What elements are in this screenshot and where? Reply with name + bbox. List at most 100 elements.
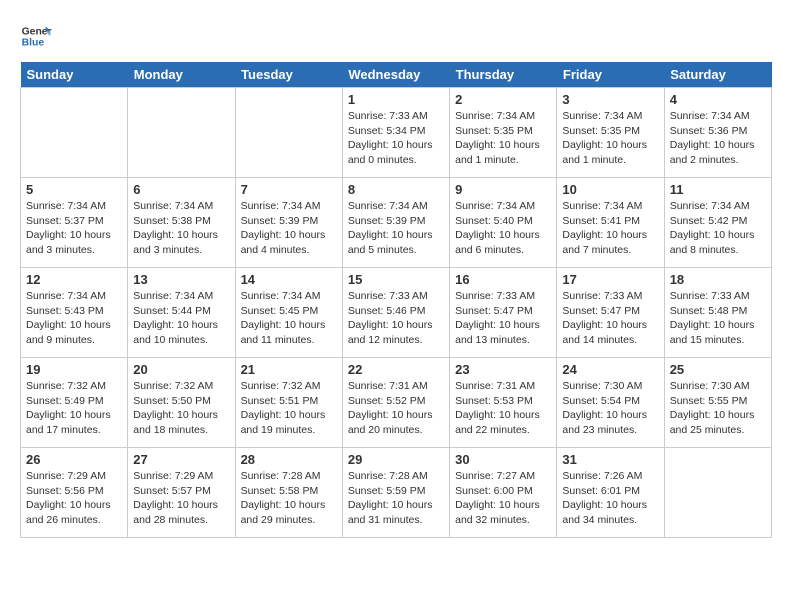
day-number: 31	[562, 452, 658, 467]
calendar-cell: 3 Sunrise: 7:34 AM Sunset: 5:35 PM Daylig…	[557, 88, 664, 178]
day-info: Sunrise: 7:32 AM Sunset: 5:49 PM Dayligh…	[26, 379, 122, 438]
day-number: 14	[241, 272, 337, 287]
day-number: 5	[26, 182, 122, 197]
day-number: 11	[670, 182, 766, 197]
day-number: 7	[241, 182, 337, 197]
calendar-cell: 5 Sunrise: 7:34 AM Sunset: 5:37 PM Daylig…	[21, 178, 128, 268]
calendar-cell: 9 Sunrise: 7:34 AM Sunset: 5:40 PM Daylig…	[450, 178, 557, 268]
svg-text:Blue: Blue	[22, 38, 45, 49]
day-info: Sunrise: 7:33 AM Sunset: 5:48 PM Dayligh…	[670, 289, 766, 348]
day-number: 17	[562, 272, 658, 287]
day-number: 25	[670, 362, 766, 377]
day-info: Sunrise: 7:32 AM Sunset: 5:51 PM Dayligh…	[241, 379, 337, 438]
calendar-cell: 10 Sunrise: 7:34 AM Sunset: 5:41 PM Dayli…	[557, 178, 664, 268]
calendar-cell: 14 Sunrise: 7:34 AM Sunset: 5:45 PM Dayli…	[235, 268, 342, 358]
day-number: 29	[348, 452, 444, 467]
week-row-1: 1Sunrise: 7:33 AM Sunset: 5:34 PM Daylig…	[21, 88, 772, 178]
calendar-cell: 15Sunrise: 7:33 AM Sunset: 5:46 PM Dayli…	[342, 268, 449, 358]
calendar-cell: 21 Sunrise: 7:32 AM Sunset: 5:51 PM Dayli…	[235, 358, 342, 448]
calendar-cell: 20 Sunrise: 7:32 AM Sunset: 5:50 PM Dayli…	[128, 358, 235, 448]
day-info: Sunrise: 7:33 AM Sunset: 5:47 PM Dayligh…	[455, 289, 551, 348]
calendar-cell: 28Sunrise: 7:28 AM Sunset: 5:58 PM Dayli…	[235, 448, 342, 538]
day-header-monday: Monday	[128, 62, 235, 88]
day-number: 13	[133, 272, 229, 287]
calendar-cell: 24 Sunrise: 7:30 AM Sunset: 5:54 PM Dayli…	[557, 358, 664, 448]
calendar-cell: 4 Sunrise: 7:34 AM Sunset: 5:36 PM Daylig…	[664, 88, 771, 178]
calendar-cell	[235, 88, 342, 178]
calendar-cell	[664, 448, 771, 538]
week-row-2: 5 Sunrise: 7:34 AM Sunset: 5:37 PM Daylig…	[21, 178, 772, 268]
day-number: 2	[455, 92, 551, 107]
day-number: 6	[133, 182, 229, 197]
day-info: Sunrise: 7:34 AM Sunset: 5:41 PM Dayligh…	[562, 199, 658, 258]
calendar-cell: 7 Sunrise: 7:34 AM Sunset: 5:39 PM Daylig…	[235, 178, 342, 268]
day-number: 9	[455, 182, 551, 197]
calendar-cell: 17 Sunrise: 7:33 AM Sunset: 5:47 PM Dayli…	[557, 268, 664, 358]
day-info: Sunrise: 7:34 AM Sunset: 5:42 PM Dayligh…	[670, 199, 766, 258]
day-header-saturday: Saturday	[664, 62, 771, 88]
logo-icon: General Blue	[20, 20, 52, 52]
calendar-cell: 11 Sunrise: 7:34 AM Sunset: 5:42 PM Dayli…	[664, 178, 771, 268]
calendar-cell: 22 Sunrise: 7:31 AM Sunset: 5:52 PM Dayli…	[342, 358, 449, 448]
calendar-cell	[128, 88, 235, 178]
calendar-cell: 30Sunrise: 7:27 AM Sunset: 6:00 PM Dayli…	[450, 448, 557, 538]
day-number: 20	[133, 362, 229, 377]
day-number: 16	[455, 272, 551, 287]
calendar-cell: 23 Sunrise: 7:31 AM Sunset: 5:53 PM Dayli…	[450, 358, 557, 448]
calendar-table: SundayMondayTuesdayWednesdayThursdayFrid…	[20, 62, 772, 538]
day-number: 3	[562, 92, 658, 107]
day-number: 22	[348, 362, 444, 377]
day-header-tuesday: Tuesday	[235, 62, 342, 88]
day-header-sunday: Sunday	[21, 62, 128, 88]
day-header-thursday: Thursday	[450, 62, 557, 88]
day-info: Sunrise: 7:33 AM Sunset: 5:46 PM Dayligh…	[348, 289, 444, 348]
day-info: Sunrise: 7:27 AM Sunset: 6:00 PM Dayligh…	[455, 469, 551, 528]
calendar-cell: 16 Sunrise: 7:33 AM Sunset: 5:47 PM Dayli…	[450, 268, 557, 358]
week-row-4: 19 Sunrise: 7:32 AM Sunset: 5:49 PM Dayli…	[21, 358, 772, 448]
day-info: Sunrise: 7:26 AM Sunset: 6:01 PM Dayligh…	[562, 469, 658, 528]
calendar-cell: 25 Sunrise: 7:30 AM Sunset: 5:55 PM Dayli…	[664, 358, 771, 448]
day-info: Sunrise: 7:34 AM Sunset: 5:45 PM Dayligh…	[241, 289, 337, 348]
calendar-cell: 27 Sunrise: 7:29 AM Sunset: 5:57 PM Dayli…	[128, 448, 235, 538]
day-info: Sunrise: 7:34 AM Sunset: 5:35 PM Dayligh…	[455, 109, 551, 168]
day-info: Sunrise: 7:34 AM Sunset: 5:36 PM Dayligh…	[670, 109, 766, 168]
day-number: 23	[455, 362, 551, 377]
calendar-cell: 1Sunrise: 7:33 AM Sunset: 5:34 PM Daylig…	[342, 88, 449, 178]
logo: General Blue	[20, 20, 52, 52]
day-info: Sunrise: 7:34 AM Sunset: 5:35 PM Dayligh…	[562, 109, 658, 168]
day-info: Sunrise: 7:34 AM Sunset: 5:37 PM Dayligh…	[26, 199, 122, 258]
day-number: 21	[241, 362, 337, 377]
days-header-row: SundayMondayTuesdayWednesdayThursdayFrid…	[21, 62, 772, 88]
day-number: 18	[670, 272, 766, 287]
day-info: Sunrise: 7:30 AM Sunset: 5:55 PM Dayligh…	[670, 379, 766, 438]
day-info: Sunrise: 7:31 AM Sunset: 5:53 PM Dayligh…	[455, 379, 551, 438]
calendar-cell: 2 Sunrise: 7:34 AM Sunset: 5:35 PM Daylig…	[450, 88, 557, 178]
calendar-cell: 6Sunrise: 7:34 AM Sunset: 5:38 PM Daylig…	[128, 178, 235, 268]
day-info: Sunrise: 7:33 AM Sunset: 5:47 PM Dayligh…	[562, 289, 658, 348]
calendar-cell: 18 Sunrise: 7:33 AM Sunset: 5:48 PM Dayli…	[664, 268, 771, 358]
day-number: 19	[26, 362, 122, 377]
day-number: 8	[348, 182, 444, 197]
day-number: 1	[348, 92, 444, 107]
day-number: 4	[670, 92, 766, 107]
day-info: Sunrise: 7:34 AM Sunset: 5:40 PM Dayligh…	[455, 199, 551, 258]
day-info: Sunrise: 7:34 AM Sunset: 5:43 PM Dayligh…	[26, 289, 122, 348]
calendar-cell: 26Sunrise: 7:29 AM Sunset: 5:56 PM Dayli…	[21, 448, 128, 538]
day-number: 10	[562, 182, 658, 197]
day-number: 24	[562, 362, 658, 377]
day-info: Sunrise: 7:34 AM Sunset: 5:39 PM Dayligh…	[241, 199, 337, 258]
day-header-wednesday: Wednesday	[342, 62, 449, 88]
page-header: General Blue	[20, 20, 772, 52]
day-info: Sunrise: 7:28 AM Sunset: 5:58 PM Dayligh…	[241, 469, 337, 528]
day-info: Sunrise: 7:29 AM Sunset: 5:57 PM Dayligh…	[133, 469, 229, 528]
day-info: Sunrise: 7:29 AM Sunset: 5:56 PM Dayligh…	[26, 469, 122, 528]
day-info: Sunrise: 7:28 AM Sunset: 5:59 PM Dayligh…	[348, 469, 444, 528]
day-info: Sunrise: 7:30 AM Sunset: 5:54 PM Dayligh…	[562, 379, 658, 438]
day-info: Sunrise: 7:31 AM Sunset: 5:52 PM Dayligh…	[348, 379, 444, 438]
day-info: Sunrise: 7:32 AM Sunset: 5:50 PM Dayligh…	[133, 379, 229, 438]
day-number: 12	[26, 272, 122, 287]
day-number: 27	[133, 452, 229, 467]
calendar-cell: 12 Sunrise: 7:34 AM Sunset: 5:43 PM Dayli…	[21, 268, 128, 358]
calendar-cell: 8Sunrise: 7:34 AM Sunset: 5:39 PM Daylig…	[342, 178, 449, 268]
day-info: Sunrise: 7:34 AM Sunset: 5:44 PM Dayligh…	[133, 289, 229, 348]
